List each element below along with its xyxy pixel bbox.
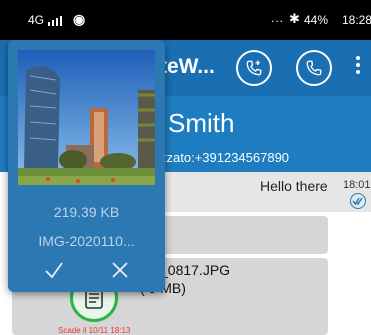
phone-button[interactable] xyxy=(296,50,332,86)
close-icon xyxy=(112,262,128,278)
app-notification-icon: ◉ xyxy=(73,11,86,27)
signal-icon xyxy=(48,16,62,26)
contact-name: Smith xyxy=(168,108,235,138)
message-time: 18:01 xyxy=(343,179,371,191)
image-size: 219.39 KB xyxy=(53,204,120,220)
clock: 18:28 xyxy=(342,13,371,27)
image-thumbnail xyxy=(18,50,155,185)
image-preview-popup: 219.39 KB IMG-2020110... xyxy=(8,40,165,292)
expiry-label: Scade il 10/11 18:13 xyxy=(58,326,131,335)
cancel-button[interactable] xyxy=(108,258,132,282)
phone-plus-button[interactable] xyxy=(236,50,272,86)
phone-plus-icon xyxy=(246,60,262,76)
file-name: _0817.JPG xyxy=(160,262,231,278)
image-name: IMG-2020110... xyxy=(38,233,135,249)
battery-level: 44% xyxy=(304,13,329,27)
bluetooth-icon: ✱ xyxy=(289,11,300,26)
status-bar: 4G ◉ ... ✱ 44% 18:28 xyxy=(0,0,371,40)
status-more: ... xyxy=(271,11,285,25)
message-bubble[interactable]: Hello there 18:01 xyxy=(150,172,371,212)
network-type: 4G xyxy=(28,13,45,27)
message-text: Hello there xyxy=(260,178,328,194)
phone-icon xyxy=(306,60,322,76)
confirm-button[interactable] xyxy=(42,258,66,282)
overflow-menu-icon[interactable] xyxy=(356,56,362,77)
app-title: teW... xyxy=(160,55,215,78)
read-receipt-icon xyxy=(350,193,366,209)
check-icon xyxy=(45,262,63,279)
contact-phone: zzato:+391234567890 xyxy=(160,150,290,165)
